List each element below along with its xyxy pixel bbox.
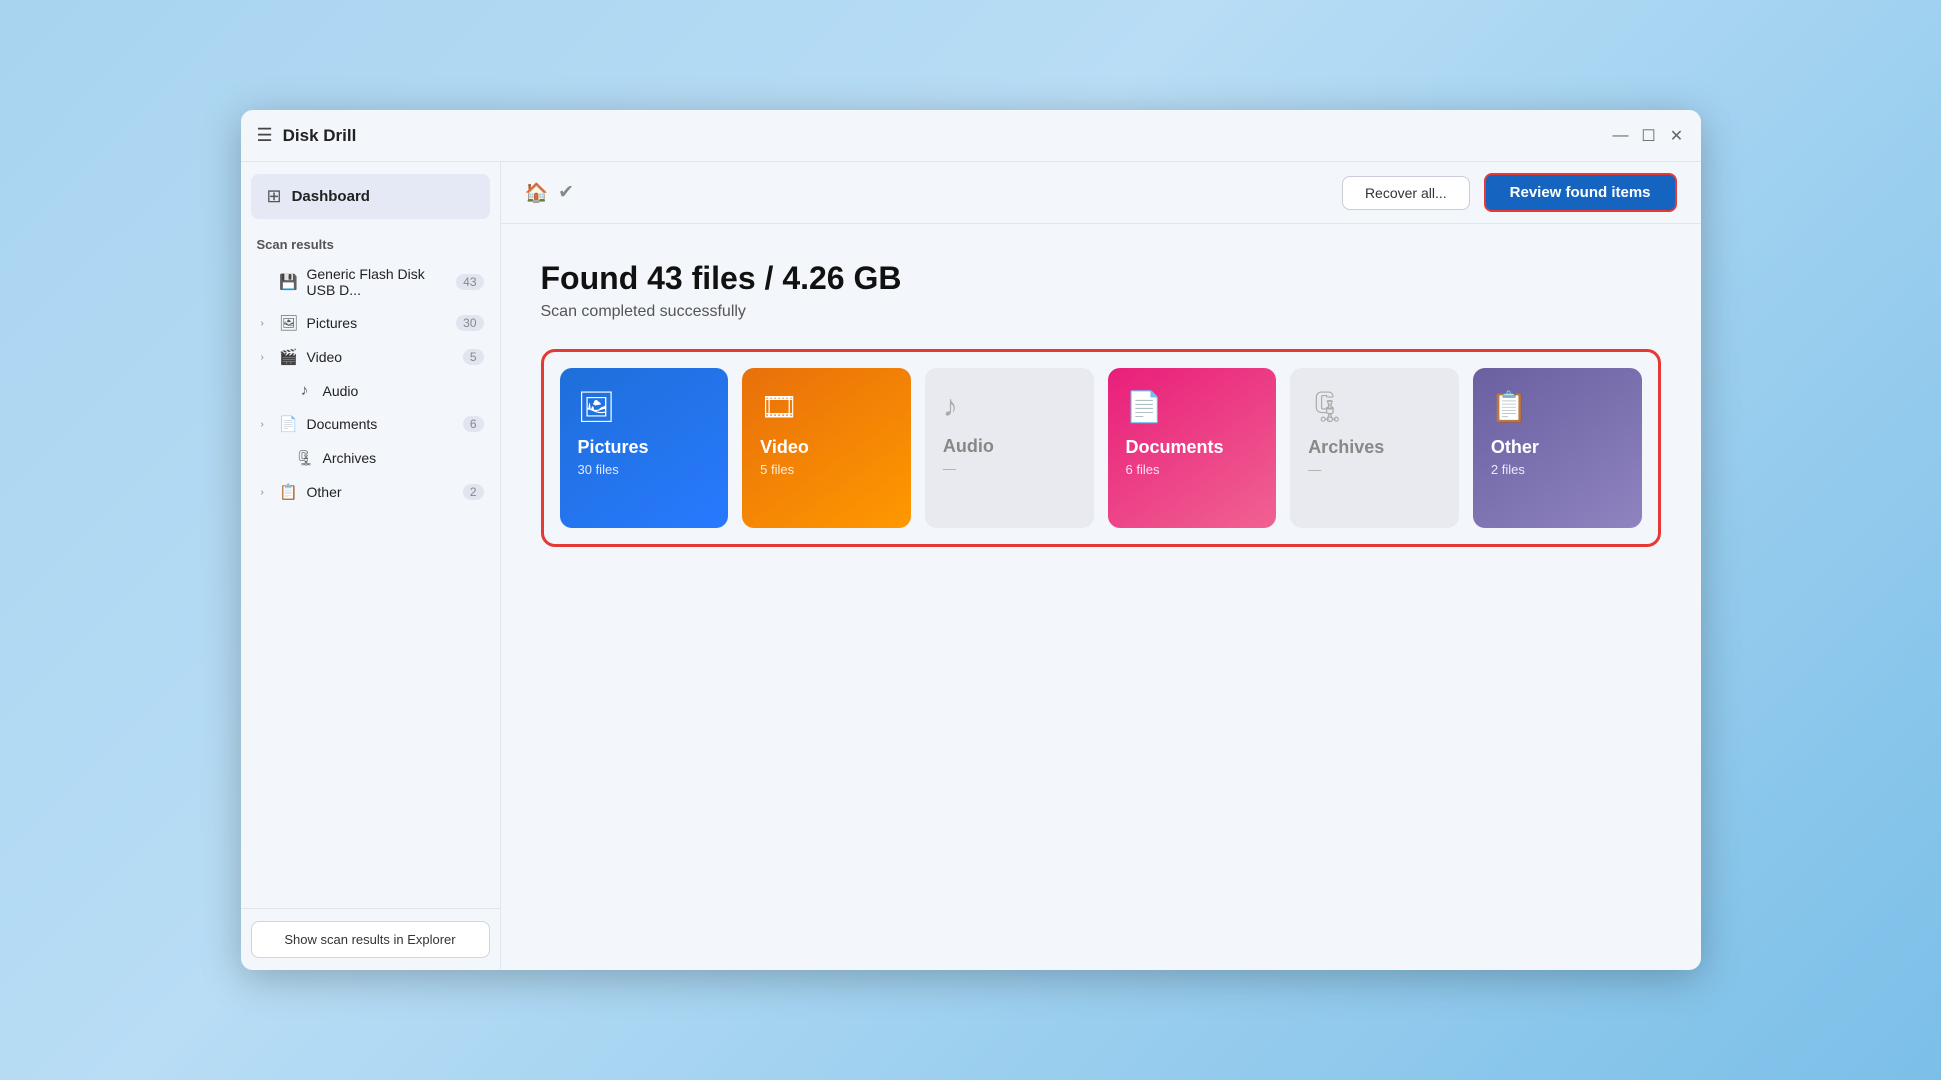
chevron-right-icon: › xyxy=(261,487,273,498)
content-area: 🏠 ✔ Recover all... Review found items Fo… xyxy=(501,162,1701,970)
top-bar-nav: 🏠 ✔ xyxy=(525,181,575,205)
audio-label: Audio xyxy=(323,383,484,399)
close-button[interactable]: ✕ xyxy=(1669,128,1685,144)
pictures-icon: 🖼 xyxy=(279,314,299,332)
sidebar-item-pictures[interactable]: › 🖼 Pictures 30 xyxy=(247,307,494,339)
grid-icon: ⊞ xyxy=(267,186,282,207)
card-pictures[interactable]: 🖼 Pictures 30 files xyxy=(560,368,729,528)
chevron-right-icon: › xyxy=(261,318,273,329)
documents-card-icon: 📄 xyxy=(1126,390,1163,425)
video-icon: 🎬 xyxy=(279,348,299,366)
pictures-card-icon: 🖼 xyxy=(578,390,616,425)
sidebar-item-archives[interactable]: 🗜 Archives xyxy=(247,442,494,474)
other-label: Other xyxy=(307,484,463,500)
card-video[interactable]: 🎞 Video 5 files xyxy=(742,368,911,528)
title-bar-controls: — ☐ ✕ xyxy=(1613,128,1685,144)
archives-card-icon: 🗜 xyxy=(1308,390,1346,425)
scan-status: Scan completed successfully xyxy=(541,303,1661,321)
dashboard-label: Dashboard xyxy=(292,188,370,205)
sidebar-item-dashboard[interactable]: ⊞ Dashboard xyxy=(251,174,490,219)
audio-icon: ♪ xyxy=(295,382,315,399)
video-card-icon: 🎞 xyxy=(760,390,798,425)
hamburger-icon[interactable]: ☰ xyxy=(257,125,273,146)
main-content: Found 43 files / 4.26 GB Scan completed … xyxy=(501,224,1701,970)
card-archives[interactable]: 🗜 Archives — xyxy=(1290,368,1459,528)
scan-results-heading: Scan results xyxy=(241,223,500,258)
minimize-button[interactable]: — xyxy=(1613,128,1629,144)
video-card-label: Video xyxy=(760,437,809,458)
show-explorer-button[interactable]: Show scan results in Explorer xyxy=(251,921,490,958)
check-icon: ✔ xyxy=(558,181,574,204)
video-label: Video xyxy=(307,349,463,365)
review-found-items-button[interactable]: Review found items xyxy=(1484,173,1677,212)
sidebar-spacer xyxy=(241,509,500,908)
app-window: ☰ Disk Drill — ☐ ✕ ⊞ Dashboard Scan resu… xyxy=(241,110,1701,970)
audio-card-icon: ♪ xyxy=(943,390,958,424)
title-bar-left: ☰ Disk Drill xyxy=(257,125,1613,146)
audio-card-label: Audio xyxy=(943,436,994,457)
pictures-label: Pictures xyxy=(307,315,457,331)
other-count: 2 xyxy=(463,484,484,500)
documents-icon: 📄 xyxy=(279,415,299,433)
video-count: 5 xyxy=(463,349,484,365)
sidebar-footer: Show scan results in Explorer xyxy=(241,908,500,970)
card-other[interactable]: 📋 Other 2 files xyxy=(1473,368,1642,528)
other-icon: 📋 xyxy=(279,483,299,501)
file-type-cards: 🖼 Pictures 30 files 🎞 Video 5 files ♪ Au… xyxy=(541,349,1661,547)
card-documents[interactable]: 📄 Documents 6 files xyxy=(1108,368,1277,528)
documents-card-label: Documents xyxy=(1126,437,1224,458)
documents-label: Documents xyxy=(307,416,463,432)
archives-card-label: Archives xyxy=(1308,437,1384,458)
home-button[interactable]: 🏠 xyxy=(525,181,549,205)
audio-card-count: — xyxy=(943,461,956,476)
app-title: Disk Drill xyxy=(283,126,357,146)
pictures-card-label: Pictures xyxy=(578,437,649,458)
archives-card-count: — xyxy=(1308,462,1321,477)
main-layout: ⊞ Dashboard Scan results 💾 Generic Flash… xyxy=(241,162,1701,970)
sidebar-item-other[interactable]: › 📋 Other 2 xyxy=(247,476,494,508)
archives-label: Archives xyxy=(323,450,484,466)
device-label: Generic Flash Disk USB D... xyxy=(307,266,457,298)
sidebar-item-audio[interactable]: ♪ Audio xyxy=(247,375,494,406)
chevron-right-icon: › xyxy=(261,419,273,430)
sidebar-item-video[interactable]: › 🎬 Video 5 xyxy=(247,341,494,373)
sidebar: ⊞ Dashboard Scan results 💾 Generic Flash… xyxy=(241,162,501,970)
other-card-icon: 📋 xyxy=(1491,390,1528,425)
archives-icon: 🗜 xyxy=(295,449,315,467)
chevron-right-icon: › xyxy=(261,352,273,363)
maximize-button[interactable]: ☐ xyxy=(1641,128,1657,144)
documents-count: 6 xyxy=(463,416,484,432)
device-icon: 💾 xyxy=(279,273,299,291)
top-bar: 🏠 ✔ Recover all... Review found items xyxy=(501,162,1701,224)
sidebar-item-device[interactable]: 💾 Generic Flash Disk USB D... 43 xyxy=(247,259,494,305)
pictures-count: 30 xyxy=(456,315,483,331)
device-count: 43 xyxy=(456,274,483,290)
other-card-label: Other xyxy=(1491,437,1539,458)
other-card-count: 2 files xyxy=(1491,462,1525,477)
recover-all-button[interactable]: Recover all... xyxy=(1342,176,1470,210)
found-title: Found 43 files / 4.26 GB xyxy=(541,260,1661,297)
pictures-card-count: 30 files xyxy=(578,462,619,477)
card-audio[interactable]: ♪ Audio — xyxy=(925,368,1094,528)
sidebar-item-documents[interactable]: › 📄 Documents 6 xyxy=(247,408,494,440)
documents-card-count: 6 files xyxy=(1126,462,1160,477)
title-bar: ☰ Disk Drill — ☐ ✕ xyxy=(241,110,1701,162)
video-card-count: 5 files xyxy=(760,462,794,477)
